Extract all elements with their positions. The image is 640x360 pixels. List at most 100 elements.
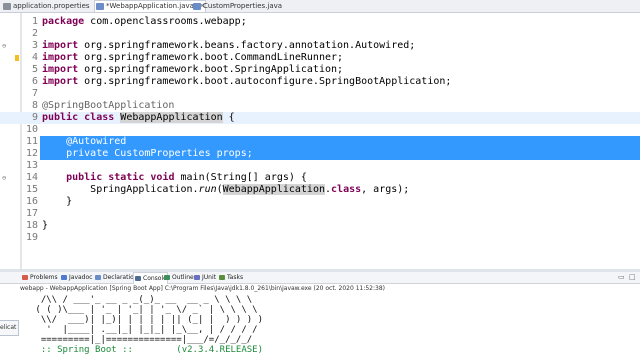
code-line[interactable]: 10 [0,124,640,136]
tab-label: *WebappApplication.java [106,2,194,10]
selection-highlight [40,136,640,148]
view-tab-bar: Problems Javadoc Declaration Console Out… [0,272,640,284]
code-line[interactable]: 17 [0,208,640,220]
view-tab-label: Outline [172,274,194,281]
code-rest: org.springframework.boot.autoconfigure.S… [78,76,452,87]
code-text: import org.springframework.boot.autoconf… [42,76,451,88]
code-line[interactable]: 4 import org.springframework.boot.Comman… [0,52,640,64]
view-tab-label: Problems [30,274,58,281]
code-line[interactable]: ⊖ 3 import org.springframework.beans.fac… [0,40,640,52]
line-number: 7 [31,88,38,99]
code-line[interactable]: ⊖ 14 public static void main(String[] ar… [0,172,640,184]
view-tab-label: JUnit [202,274,216,281]
class-name-occurrence: WebappApplication [120,112,223,123]
line-number: 6 [31,76,38,87]
keyword: public [66,172,103,183]
tab-declaration[interactable]: Declaration [94,272,138,283]
console-line: =========|_|==============|___/=/_/_/_/ [30,335,253,345]
code-line[interactable]: 5 import org.springframework.boot.Spring… [0,64,640,76]
code-text: SpringApplication.run(WebappApplication.… [90,184,410,195]
fold-collapse-icon[interactable]: ⊖ [2,174,6,182]
tab-javadoc[interactable]: Javadoc [60,272,92,283]
code-line[interactable]: 15 SpringApplication.run(WebappApplicati… [0,184,640,196]
code-line[interactable]: 8 @SpringBootApplication [0,100,640,112]
line-number: 13 [25,160,38,171]
code-text: private CustomProperties props; [42,148,253,160]
tab-custom-properties[interactable]: CustomProperties.java [192,1,282,12]
code-line-current[interactable]: 9 public class WebappApplication { [0,112,640,124]
console-line: ( ( )\___ | '_ | '_| | '_ \/ _` | \ \ \ … [30,305,258,315]
code-text: import org.springframework.beans.factory… [42,40,415,52]
line-number: 18 [25,220,38,231]
code-rest: { [222,112,235,123]
code-rest: org.springframework.boot.SpringApplicati… [78,64,344,75]
tab-label: CustomProperties.java [203,2,283,10]
line-number: 19 [25,232,38,243]
code-text: public class WebappApplication { [42,112,235,124]
console-line: ' |____| .__|_| |_|_| |_\__, | / / / / [30,325,258,335]
tasks-icon [219,275,225,280]
keyword: import [42,64,79,75]
line-number: 15 [25,184,38,195]
line-number: 3 [31,40,38,51]
maximize-icon[interactable]: □ [629,272,636,283]
code-text: } [42,220,48,232]
line-number: 10 [25,124,38,135]
code-line[interactable]: 18 } [0,220,640,232]
tab-outline[interactable]: Outline [163,272,194,283]
class-name-occurrence: WebappApplication [222,184,325,195]
code-brace: } [66,196,73,207]
keyword: import [42,52,79,63]
minimize-icon[interactable]: ▭ [618,272,625,283]
code-line[interactable]: 2 [0,28,640,40]
view-tab-label: Javadoc [69,274,93,281]
annotation: @Autowired [66,136,127,147]
type-name: CustomProperties [108,148,217,159]
fold-collapse-icon[interactable]: ⊖ [2,42,6,50]
code-line-selected[interactable]: 11 @Autowired [0,136,640,148]
code-line[interactable]: 7 [0,88,640,100]
line-number: 9 [31,112,38,123]
javadoc-icon [61,275,67,280]
code-line-selected[interactable]: 12 private CustomProperties props; [0,148,640,160]
console-launch-info: webapp - WebappApplication [Spring Boot … [0,284,640,294]
console-line: \\/ ___)| |_)| | | | | || (_| | ) ) ) ) [30,315,263,325]
code-line[interactable]: 16 } [0,196,640,208]
line-number: 17 [25,208,38,219]
field-name: props [216,148,247,159]
warning-icon[interactable] [15,55,19,61]
line-number: 14 [25,172,38,183]
method-name: run [198,184,217,195]
tab-webapp-application[interactable]: *WebappApplication.java ✕ [94,0,207,12]
code-rest: ; [246,148,253,159]
line-number: 11 [25,136,38,147]
keyword: private [66,148,109,159]
console-output[interactable]: /\\ / ___'_ __ _ _(_)_ __ __ _ \ \ \ \ (… [0,294,640,360]
line-number: 4 [31,52,38,63]
line-number: 16 [25,196,38,207]
code-line[interactable]: 1 package com.openclassrooms.webapp; [0,16,640,28]
console-icon [135,276,141,281]
line-number: 2 [31,28,38,39]
code-line[interactable]: 13 [0,160,640,172]
side-clipped-label[interactable]: elicat [0,320,19,336]
line-number: 1 [31,16,38,27]
code-editor[interactable]: 1 package com.openclassrooms.webapp; 2 ⊖… [0,13,640,269]
outline-icon [164,275,170,280]
keyword: import [42,76,79,87]
code-rest: main(String[] args) { [174,172,307,183]
code-text: @SpringBootApplication [42,100,174,112]
code-line[interactable]: 6 import org.springframework.boot.autoco… [0,76,640,88]
keyword: void [150,172,175,183]
keyword: package [42,16,85,27]
console-line: :: Spring Boot :: (v2.3.4.RELEASE) [30,345,263,355]
tab-tasks[interactable]: Tasks [218,272,243,283]
tab-junit[interactable]: JUnit [193,272,216,283]
editor-tab-bar: application.properties *WebappApplicatio… [0,0,640,13]
code-text: public static void main(String[] args) { [42,172,307,184]
tab-application-properties[interactable]: application.properties [2,1,90,12]
code-rest: org.springframework.beans.factory.annota… [78,40,416,51]
code-line[interactable]: 19 [0,232,640,244]
tab-problems[interactable]: Problems [21,272,58,283]
code-brace: } [42,220,49,231]
